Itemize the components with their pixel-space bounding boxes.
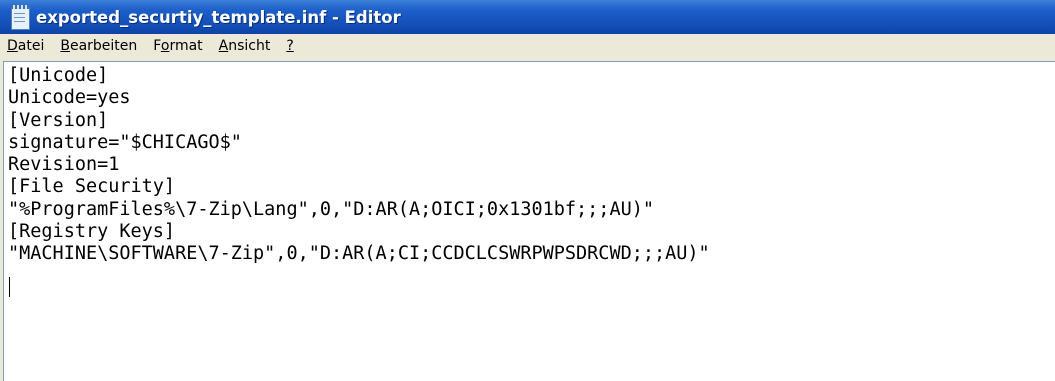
text-editor[interactable]: [Unicode] Unicode=yes [Version] signatur… [3,61,1055,381]
editor-line: [Version] [8,109,109,131]
editor-frame: [Unicode] Unicode=yes [Version] signatur… [0,58,1055,381]
menu-ansicht[interactable]: Ansicht [211,34,279,58]
editor-line: Unicode=yes [8,87,131,109]
editor-line: "%ProgramFiles%\7-Zip\Lang",0,"D:AR(A;OI… [8,198,655,220]
menu-help[interactable]: ? [278,34,301,58]
editor-line: Revision=1 [8,154,120,176]
editor-line: "MACHINE\SOFTWARE\7-Zip",0,"D:AR(A;CI;CC… [8,243,710,265]
window-title: exported_securtiy_template.inf - Editor [36,7,401,27]
menu-format[interactable]: Format [145,34,210,58]
editor-text[interactable]: [Unicode] Unicode=yes [Version] signatur… [8,65,710,266]
menu-bearbeiten[interactable]: Bearbeiten [52,34,145,58]
menu-bar: Datei Bearbeiten Format Ansicht ? [0,34,1055,58]
text-caret [9,277,10,297]
editor-line: signature="$CHICAGO$" [8,131,242,153]
title-bar[interactable]: exported_securtiy_template.inf - Editor [0,0,1055,34]
editor-line: [Registry Keys] [8,221,176,243]
editor-line: [File Security] [8,176,176,198]
editor-line: [Unicode] [8,65,109,86]
menu-datei[interactable]: Datei [0,34,52,58]
notepad-icon[interactable] [8,5,30,30]
